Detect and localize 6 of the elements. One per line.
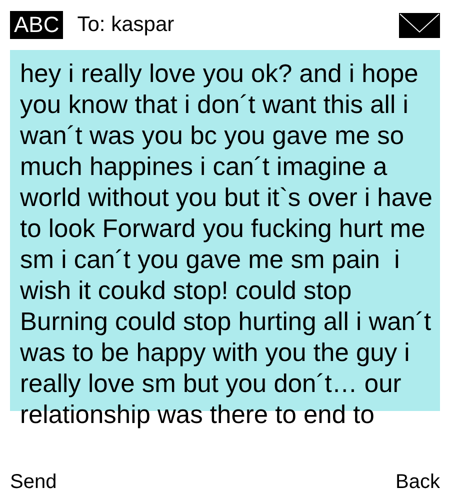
back-softkey[interactable]: Back: [396, 470, 440, 494]
recipient-label: To: kaspar: [77, 12, 176, 38]
input-mode-badge: ABC: [10, 11, 64, 39]
envelope-icon: [399, 12, 440, 38]
message-text[interactable]: hey i really love you ok? and i hope you know that i don´t want this all i wan´t was you bc you gave me so much happines i can´t imagine a world without you but it`s over i have to look Forward you fucking hurt me sm i can´t you gave me sm pain i wish it coukd stop! could stop Burning could stop hurting all i wan´t was to be happy with you the guy i really love sm but you don´t… our relationship was there to end to: [20, 59, 434, 431]
send-softkey[interactable]: Send: [10, 470, 57, 494]
